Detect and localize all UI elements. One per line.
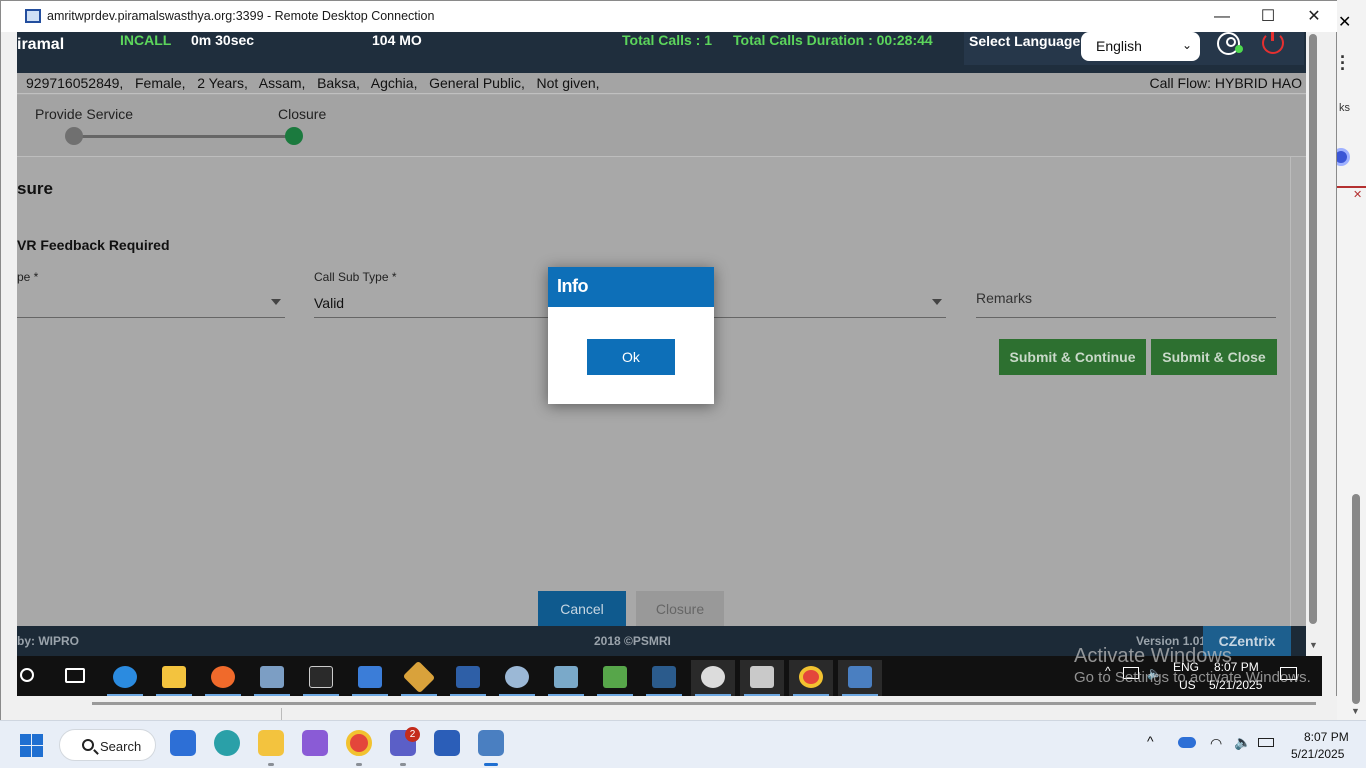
visual-studio-icon[interactable] [642,660,686,696]
store-icon[interactable] [170,730,196,756]
host-scrollbar[interactable] [1352,494,1360,704]
host-search-box[interactable]: Search [59,729,156,761]
wifi-icon[interactable]: ◠ [1210,735,1222,752]
search-icon [82,739,94,751]
notes-app-icon[interactable] [544,660,588,696]
teams-notification-badge: 2 [405,727,420,742]
activate-windows-subtitle: Go to Settings to activate Windows. [1074,669,1311,686]
remote-desktop-icon[interactable] [838,660,882,696]
network-tool-icon[interactable] [740,660,784,696]
m365-icon[interactable] [302,730,328,756]
info-dialog: Info Ok [548,267,714,404]
remote-desktop-window: amritwprdev.piramalswasthya.org:3399 - R… [0,0,1337,721]
battery-icon[interactable] [1258,738,1274,747]
scroll-down-icon[interactable]: ▼ [1309,640,1318,650]
windows-start-icon[interactable] [20,734,43,757]
more-options-icon[interactable]: · · · [1340,48,1346,78]
host-side-text: ks [1339,102,1350,114]
command-prompt-icon[interactable] [299,660,343,696]
onedrive-icon[interactable] [1178,737,1196,748]
host-tray-chevron-icon[interactable]: ^ [1147,733,1154,749]
chrome-icon[interactable] [789,660,833,696]
active-indicator [484,763,498,766]
edge-icon[interactable] [214,730,240,756]
remote-screen: iramal INCALL 0m 30sec 104 MO Total Call… [17,32,1322,656]
minimize-button[interactable]: — [1199,5,1245,29]
services-gear-icon[interactable] [495,660,539,696]
rdp-title-bar: amritwprdev.piramalswasthya.org:3399 - R… [1,1,1337,32]
running-indicator [356,763,362,766]
modal-overlay: Info Ok [17,32,1322,656]
host-volume-icon[interactable]: 🔈 [1234,734,1251,751]
rdp-bottom-bar [1,696,1337,721]
host-clock-time[interactable]: 8:07 PM [1304,730,1349,744]
server-manager-icon[interactable] [250,660,294,696]
host-close-small-icon[interactable]: ✕ [1353,188,1362,201]
host-scroll-down-icon[interactable]: ▼ [1351,706,1360,716]
settings-gear-icon[interactable] [691,660,735,696]
powershell-icon[interactable] [446,660,490,696]
scrollbar-thumb[interactable] [1309,34,1317,624]
remote-search-icon[interactable] [20,668,34,682]
running-indicator [268,763,274,766]
rdp-window-title: amritwprdev.piramalswasthya.org:3399 - R… [47,9,435,23]
host-taskbar: Search ^ ◠ 🔈 8:07 PM 5/21/2025 [0,720,1366,768]
word-icon[interactable] [434,730,460,756]
host-close-icon[interactable]: ✕ [1338,12,1351,32]
divider [281,708,282,720]
horizontal-scrollbar[interactable] [92,702,1316,705]
host-clock-date[interactable]: 5/21/2025 [1291,747,1344,761]
compass-app-icon[interactable] [201,660,245,696]
rdp-app-icon [25,9,41,23]
file-explorer-icon[interactable] [152,660,196,696]
host-search-label: Search [100,739,142,754]
remote-scrollbar[interactable]: ▼ [1306,32,1322,656]
ok-button[interactable]: Ok [587,339,675,375]
host-file-explorer-icon[interactable] [258,730,284,756]
dialog-title: Info [548,267,714,307]
host-chrome-icon[interactable] [346,730,372,756]
host-remote-desktop-icon[interactable] [478,730,504,756]
maximize-button[interactable]: ☐ [1245,5,1291,29]
spreadsheet-icon[interactable] [593,660,637,696]
running-indicator [400,763,406,766]
close-button[interactable]: ✕ [1291,5,1337,29]
ie-icon[interactable] [103,660,147,696]
task-view-icon[interactable] [65,668,85,683]
tools-app-icon[interactable] [397,660,441,696]
window-app-icon[interactable] [348,660,392,696]
activate-windows-title: Activate Windows [1074,645,1232,667]
